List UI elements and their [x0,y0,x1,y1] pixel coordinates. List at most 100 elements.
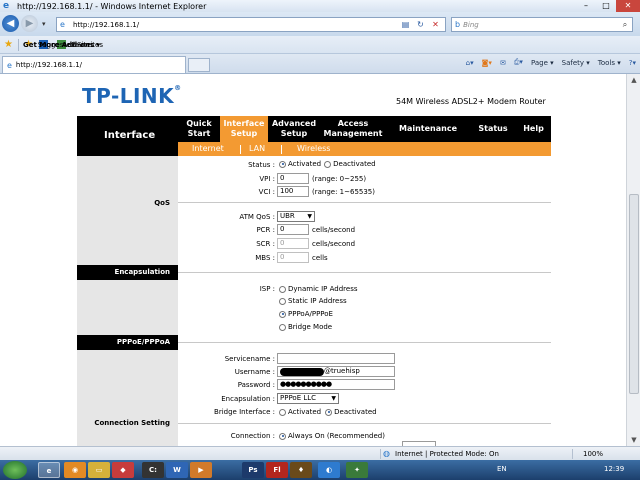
address-bar[interactable]: e http://192.168.1.1/ [56,17,446,32]
menu-help[interactable]: Help [516,116,551,142]
pcr-label: PCR : [256,226,275,234]
clock[interactable]: 12:39 [604,465,624,473]
app3-taskbar-icon[interactable]: ◐ [318,462,340,478]
word-taskbar-icon[interactable]: W [166,462,188,478]
tab-row: e http://192.168.1.1/ ⌂▾ ◙▾ ✉ ⎙▾ Page ▾ … [0,54,640,74]
scroll-thumb[interactable] [629,194,639,394]
product-name: 54M Wireless ADSL2+ Modem Router [396,97,546,106]
servicename-label: Servicename : [224,355,275,363]
forward-button[interactable]: ▶ [21,15,38,32]
username-label: Username : [234,368,275,376]
bridge-activated-radio[interactable] [279,408,286,416]
tools-menu[interactable]: Tools ▾ [598,59,621,67]
print-icon[interactable]: ⎙▾ [514,58,523,67]
isp-dynamic-radio[interactable] [279,285,286,293]
page-menu[interactable]: Page ▾ [531,59,554,67]
pcr-input[interactable]: 0 [277,224,309,235]
url-text[interactable]: http://192.168.1.1/ [73,21,139,29]
search-placeholder[interactable]: Bing [463,21,618,29]
menu-access-management[interactable]: Access Management [320,116,386,142]
search-icon[interactable]: ⌕ [618,20,632,30]
minimize-button[interactable]: – [576,0,596,12]
connection-always-on-radio[interactable] [279,432,286,440]
help-menu[interactable]: ?▾ [629,59,636,67]
submenu-lan[interactable]: LAN [249,144,265,153]
atmqos-select[interactable]: UBR [277,211,315,222]
vpi-range: (range: 0~255) [312,174,367,183]
menu-advanced-setup[interactable]: Advanced Setup [268,116,320,142]
app-taskbar-icon[interactable]: ◆ [112,462,134,478]
status-activated-label: Activated [288,160,322,168]
status-activated-radio[interactable] [279,160,286,168]
mbs-label: MBS : [255,254,275,262]
refresh-icon[interactable]: ↻ [413,18,428,31]
vertical-scrollbar[interactable]: ▲ ▼ [626,74,640,446]
feeds-icon[interactable]: ◙▾ [482,59,492,67]
mbs-input[interactable]: 0 [277,252,309,263]
menu-quick-start[interactable]: Quick Start [178,116,220,142]
browser-tab[interactable]: e http://192.168.1.1/ [2,56,186,73]
vci-label: VCI : [258,188,275,196]
username-input[interactable]: @truehisp [277,366,395,377]
media-taskbar-icon[interactable]: ▶ [190,462,212,478]
security-zone[interactable]: Internet | Protected Mode: On [395,450,499,458]
isp-static-radio[interactable] [279,297,286,305]
tab-title[interactable]: http://192.168.1.1/ [16,61,82,69]
flash-taskbar-icon[interactable]: Fl [266,462,288,478]
mail-icon[interactable]: ✉ [500,59,506,67]
new-tab-button[interactable] [188,58,210,72]
menu-maintenance[interactable]: Maintenance [386,116,470,142]
scroll-down-icon[interactable]: ▼ [628,434,640,446]
menu-status[interactable]: Status [470,116,516,142]
status-label: Status : [248,161,275,169]
submenu-internet[interactable]: Internet [192,144,224,153]
sub-menu: Internet LAN Wireless [178,142,551,156]
divider [178,272,551,273]
pppoe-header: PPPoE/PPPoA [77,335,178,350]
app4-taskbar-icon[interactable]: ✦ [346,462,368,478]
scroll-up-icon[interactable]: ▲ [628,74,640,86]
explorer-taskbar-icon[interactable]: ▭ [88,462,110,478]
submenu-divider [281,145,282,154]
menu-interface-setup[interactable]: Interface Setup [220,116,268,142]
home-icon[interactable]: ⌂▾ [466,59,474,67]
search-box[interactable]: b Bing ⌕ [451,17,633,32]
compat-view-icon[interactable]: ▤ [398,18,413,31]
window-title: http://192.168.1.1/ - Windows Internet E… [17,1,207,11]
status-deactivated-radio[interactable] [324,160,332,168]
safety-menu[interactable]: Safety ▾ [562,59,590,67]
bridge-interface-label: Bridge Interface : [214,408,275,416]
chrome-taskbar-icon[interactable]: ◉ [64,462,86,478]
ie-taskbar-icon[interactable]: e [38,462,60,478]
encapsulation-header: Encapsulation [77,265,178,280]
main-menu: Interface Quick Start Interface Setup Ad… [77,116,551,156]
password-input[interactable]: ●●●●●●●●●● [277,379,395,390]
command-bar: ⌂▾ ◙▾ ✉ ⎙▾ Page ▾ Safety ▾ Tools ▾ ?▾ [458,58,636,67]
vpi-input[interactable]: 0 [277,173,309,184]
close-window-button[interactable]: ✕ [616,0,640,12]
address-row: ◀ ▶ ▾ e http://192.168.1.1/ ▤ ↻ ✕ b Bing… [0,12,640,36]
isp-pppoe-radio[interactable] [279,310,286,318]
photoshop-taskbar-icon[interactable]: Ps [242,462,264,478]
servicename-input[interactable] [277,353,395,364]
encapsulation-select[interactable]: PPPoE LLC [277,393,339,404]
scr-unit: cells/second [312,239,356,248]
vpi-label: VPI : [259,175,275,183]
back-button[interactable]: ◀ [2,15,19,32]
app2-taskbar-icon[interactable]: ♦ [290,462,312,478]
stop-icon[interactable]: ✕ [428,18,443,31]
scr-input[interactable]: 0 [277,238,309,249]
vci-input[interactable]: 100 [277,186,309,197]
cmd-taskbar-icon[interactable]: C: [142,462,164,478]
maximize-button[interactable]: □ [596,0,616,12]
bridge-deactivated-radio[interactable] [325,408,333,416]
start-button[interactable] [3,461,27,479]
vci-range: (range: 1~65535) [312,187,375,196]
language-indicator[interactable]: EN [497,465,507,473]
servicename-row [277,353,398,364]
submenu-wireless[interactable]: Wireless [297,144,330,153]
zoom-level[interactable]: 100% [583,450,603,458]
addons-link[interactable]: Get More Add-ons ▾ [0,41,100,49]
isp-bridge-radio[interactable] [279,323,286,331]
history-dropdown-icon[interactable]: ▾ [42,20,46,28]
